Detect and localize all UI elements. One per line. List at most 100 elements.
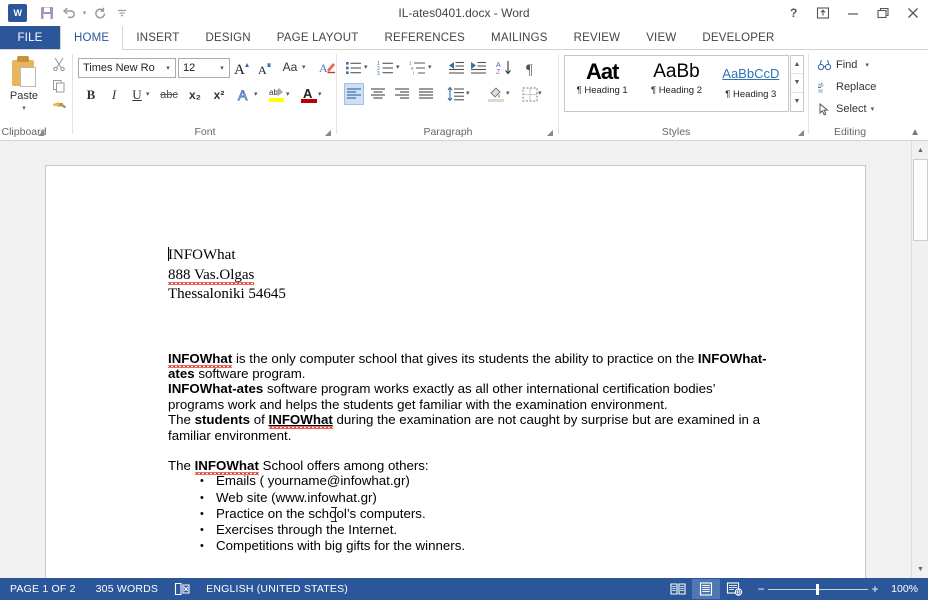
shrink-font-button[interactable]: A xyxy=(254,57,276,79)
language-indicator[interactable]: ENGLISH (UNITED STATES) xyxy=(196,583,358,595)
line-spacing-icon[interactable] xyxy=(446,83,466,105)
tab-file[interactable]: FILE xyxy=(0,26,60,49)
bold-button[interactable]: B xyxy=(80,84,102,106)
sort-icon[interactable]: AZ xyxy=(494,57,514,79)
shading-icon[interactable] xyxy=(486,83,506,105)
paste-dropdown-caret-icon[interactable]: ▾ xyxy=(0,104,48,112)
font-name-combobox[interactable]: Times New Ro ▾ xyxy=(78,58,176,78)
paragraph-dialog-launcher[interactable]: ◢ xyxy=(547,128,553,137)
tab-page-layout[interactable]: PAGE LAYOUT xyxy=(264,26,372,49)
grow-font-button[interactable]: A xyxy=(232,57,254,79)
tab-developer[interactable]: DEVELOPER xyxy=(689,26,787,49)
tab-review[interactable]: REVIEW xyxy=(561,26,634,49)
subscript-button[interactable]: x₂ xyxy=(184,84,206,106)
numbering-icon[interactable]: 123 xyxy=(376,57,396,79)
text-effects-caret-icon[interactable]: ▾ xyxy=(254,90,258,98)
web-layout-view-button[interactable] xyxy=(720,579,748,599)
format-painter-icon[interactable] xyxy=(49,98,69,118)
font-dialog-launcher[interactable]: ◢ xyxy=(325,128,331,137)
align-center-icon[interactable] xyxy=(368,83,388,105)
proofing-errors-icon[interactable] xyxy=(168,582,196,596)
print-layout-view-button[interactable] xyxy=(692,579,720,599)
collapse-ribbon-button[interactable]: ▲ xyxy=(910,127,920,138)
highlight-icon[interactable]: ab xyxy=(266,83,288,105)
scroll-up-icon[interactable]: ▲ xyxy=(913,142,928,158)
find-caret-icon[interactable]: ▾ xyxy=(865,61,869,69)
styles-scroll-up-icon[interactable]: ▲ xyxy=(791,56,803,75)
styles-scroll-down-icon[interactable]: ▼ xyxy=(791,74,803,93)
shading-caret-icon[interactable]: ▾ xyxy=(506,89,510,97)
restore-button[interactable] xyxy=(868,0,898,26)
tab-references[interactable]: REFERENCES xyxy=(371,26,478,49)
styles-dialog-launcher[interactable]: ◢ xyxy=(798,128,804,137)
zoom-control[interactable]: − + xyxy=(748,582,888,596)
select-button[interactable]: Select ▾ xyxy=(818,98,874,120)
font-name-caret-icon[interactable]: ▾ xyxy=(161,64,175,72)
borders-caret-icon[interactable]: ▾ xyxy=(538,89,542,97)
ribbon-display-options-button[interactable] xyxy=(808,0,838,26)
style-heading-3[interactable]: AaBbCcD ¶ Heading 3 xyxy=(714,56,788,111)
tab-home[interactable]: HOME xyxy=(60,26,124,50)
italic-button[interactable]: I xyxy=(103,84,125,106)
zoom-slider[interactable] xyxy=(768,583,868,595)
style-heading-2[interactable]: AaBb ¶ Heading 2 xyxy=(639,56,713,111)
change-case-button[interactable]: Aa xyxy=(278,58,302,76)
paste-icon[interactable] xyxy=(10,56,38,88)
zoom-level-label[interactable]: 100% xyxy=(888,583,928,595)
tab-mailings[interactable]: MAILINGS xyxy=(478,26,561,49)
underline-button[interactable]: U xyxy=(126,84,148,106)
text-effects-icon[interactable]: A xyxy=(234,84,256,106)
select-caret-icon[interactable]: ▾ xyxy=(871,105,875,113)
scroll-down-icon[interactable]: ▼ xyxy=(913,561,928,577)
strikethrough-button[interactable]: abc xyxy=(158,84,180,106)
paste-button[interactable]: Paste xyxy=(0,90,48,102)
zoom-in-button[interactable]: + xyxy=(868,582,882,596)
help-button[interactable]: ? xyxy=(778,0,808,26)
borders-icon[interactable] xyxy=(520,83,540,105)
align-right-icon[interactable] xyxy=(392,83,412,105)
highlight-caret-icon[interactable]: ▾ xyxy=(286,90,290,98)
page-indicator[interactable]: PAGE 1 OF 2 xyxy=(0,583,86,595)
clipboard-dialog-launcher[interactable]: ◢ xyxy=(38,128,44,137)
clear-formatting-icon[interactable]: A xyxy=(316,57,338,79)
styles-gallery-scrollbar[interactable]: ▲ ▼ ▼ xyxy=(790,55,804,112)
bullets-caret-icon[interactable]: ▾ xyxy=(364,63,368,71)
close-button[interactable] xyxy=(898,0,928,26)
multilevel-list-icon[interactable]: 1ai xyxy=(408,57,428,79)
paragraph-marks-icon[interactable]: ¶ xyxy=(522,57,542,79)
document-body[interactable]: INFOWhat 888 Vas.Olgas Thessaloniki 5464… xyxy=(168,246,768,555)
numbering-caret-icon[interactable]: ▾ xyxy=(396,63,400,71)
underline-caret-icon[interactable]: ▾ xyxy=(146,90,150,98)
font-size-combobox[interactable]: 12 ▾ xyxy=(178,58,230,78)
copy-icon[interactable] xyxy=(49,76,69,96)
increase-indent-icon[interactable] xyxy=(468,57,488,79)
zoom-out-button[interactable]: − xyxy=(754,582,768,596)
tab-insert[interactable]: INSERT xyxy=(123,26,192,49)
read-mode-view-button[interactable] xyxy=(664,579,692,599)
align-left-icon[interactable] xyxy=(344,83,364,105)
replace-button[interactable]: ab ac Replace xyxy=(818,76,876,98)
change-case-caret-icon[interactable]: ▾ xyxy=(302,63,306,71)
word-count[interactable]: 305 WORDS xyxy=(86,583,168,595)
styles-more-icon[interactable]: ▼ xyxy=(791,93,803,111)
font-color-icon[interactable]: A xyxy=(298,83,320,105)
justify-icon[interactable] xyxy=(416,83,436,105)
zoom-slider-handle[interactable] xyxy=(816,584,819,595)
bullets-icon[interactable] xyxy=(344,57,364,79)
minimize-button[interactable] xyxy=(838,0,868,26)
font-color-caret-icon[interactable]: ▾ xyxy=(318,90,322,98)
tab-design[interactable]: DESIGN xyxy=(192,26,263,49)
tab-view[interactable]: VIEW xyxy=(633,26,689,49)
font-size-caret-icon[interactable]: ▾ xyxy=(215,64,229,72)
cut-icon[interactable] xyxy=(49,54,69,74)
superscript-button[interactable]: x² xyxy=(208,84,230,106)
style-heading-1[interactable]: Aat ¶ Heading 1 xyxy=(565,56,639,111)
decrease-indent-icon[interactable] xyxy=(446,57,466,79)
multilevel-caret-icon[interactable]: ▾ xyxy=(428,63,432,71)
line-spacing-caret-icon[interactable]: ▾ xyxy=(466,89,470,97)
document-page[interactable]: INFOWhat 888 Vas.Olgas Thessaloniki 5464… xyxy=(45,165,866,578)
find-button[interactable]: Find ▾ xyxy=(818,54,869,76)
scrollbar-thumb[interactable] xyxy=(913,159,928,241)
vertical-scrollbar[interactable]: ▲ ▼ xyxy=(911,141,928,578)
document-canvas[interactable]: INFOWhat 888 Vas.Olgas Thessaloniki 5464… xyxy=(0,141,928,578)
